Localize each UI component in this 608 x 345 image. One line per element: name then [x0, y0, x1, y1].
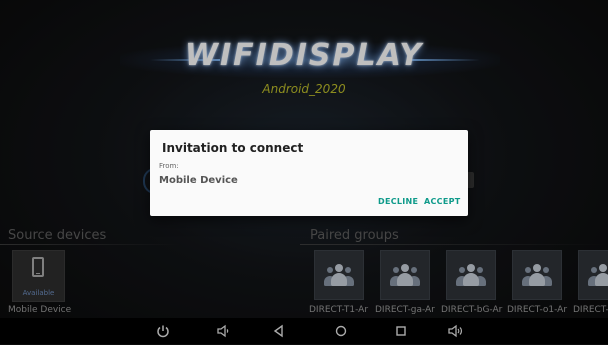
dialog-from-label: From: — [159, 162, 179, 170]
dialog-device-name: Mobile Device — [159, 175, 238, 186]
accept-button[interactable]: ACCEPT — [424, 197, 461, 206]
decline-button[interactable]: DECLINE — [378, 197, 418, 206]
invitation-dialog: Invitation to connect From: Mobile Devic… — [150, 130, 468, 216]
dialog-title: Invitation to connect — [162, 141, 304, 155]
